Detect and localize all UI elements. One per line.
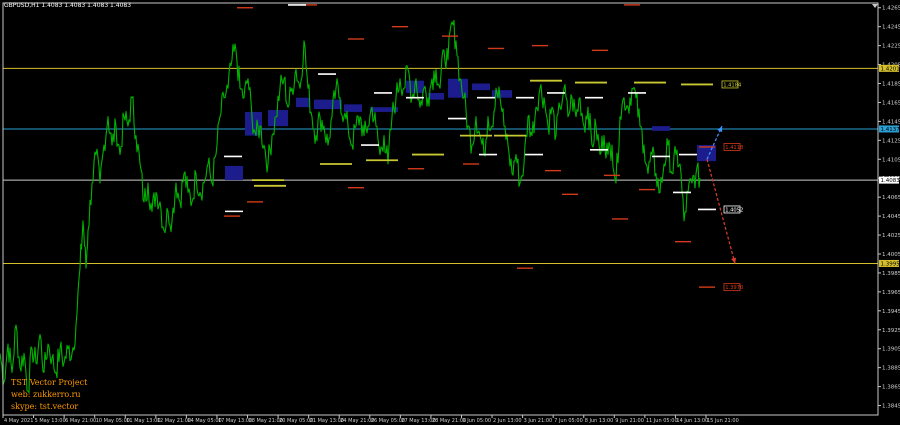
- projection-label: 1.3970: [725, 285, 743, 291]
- x-tick-label: 6 May 21:00: [65, 418, 96, 424]
- y-tick-label: 1.3945: [882, 309, 900, 315]
- y-tick-label: 1.4145: [882, 119, 900, 125]
- x-tick-label: 2 Jun 13:00: [493, 418, 522, 424]
- y-tick-label: 1.4185: [882, 82, 900, 88]
- brand-skype: skype: tst.vector: [11, 402, 79, 411]
- zone-box: [652, 126, 670, 131]
- y-tick-label: 1.3845: [882, 404, 900, 410]
- price-chart[interactable]: 1.42651.42451.42251.42051.41851.41651.41…: [0, 0, 900, 425]
- x-tick-label: 11 Jun 05:00: [646, 418, 678, 424]
- x-tick-label: 18 May 21:00: [249, 418, 283, 424]
- axis-level-label: 1.3995: [881, 261, 900, 267]
- x-tick-label: 24 May 21:00: [340, 418, 374, 424]
- brand-title: TST Vector Project: [11, 378, 88, 387]
- x-tick-label: 21 May 13:00: [310, 418, 344, 424]
- projection-label: 1.4184: [723, 82, 742, 88]
- x-tick-label: 27 May 13:00: [401, 418, 435, 424]
- x-tick-label: 10 May 05:00: [96, 418, 130, 424]
- zone-box: [344, 104, 362, 112]
- projection-label: 1.4052: [725, 207, 743, 213]
- zone-box: [472, 83, 490, 91]
- x-tick-label: 4 May 2021: [4, 418, 33, 424]
- x-tick-label: 14 Jun 13:00: [676, 418, 708, 424]
- y-tick-label: 1.3905: [882, 347, 900, 353]
- y-tick-label: 1.4225: [882, 44, 900, 50]
- x-tick-label: 12 May 21:00: [157, 418, 191, 424]
- x-tick-label: 1 Jun 05:00: [462, 418, 491, 424]
- x-tick-label: 28 May 21:00: [432, 418, 466, 424]
- y-tick-label: 1.4265: [882, 6, 900, 12]
- axis-level-label: 1.4201: [881, 66, 900, 72]
- y-tick-label: 1.4045: [882, 214, 900, 220]
- zone-box: [225, 165, 243, 181]
- x-tick-label: 5 May 13:00: [35, 418, 66, 424]
- x-tick-label: 14 May 05:00: [187, 418, 221, 424]
- x-tick-label: 17 May 13:00: [218, 418, 252, 424]
- x-tick-label: 7 Jun 05:00: [554, 418, 583, 424]
- x-tick-label: 15 Jun 21:00: [707, 418, 739, 424]
- y-tick-label: 1.4245: [882, 25, 900, 31]
- x-tick-label: 26 May 05:00: [371, 418, 405, 424]
- zone-box: [492, 90, 512, 98]
- x-tick-label: 9 Jun 21:00: [615, 418, 644, 424]
- y-tick-label: 1.4005: [882, 252, 900, 258]
- y-tick-label: 1.4125: [882, 138, 900, 144]
- y-tick-label: 1.4105: [882, 157, 900, 163]
- zone-box: [314, 99, 342, 110]
- axis-level-label: 1.4083: [881, 178, 900, 184]
- y-tick-label: 1.4025: [882, 233, 900, 239]
- symbol-info: GBPUSD,H1 1.4083 1.4083 1.4083 1.4083: [4, 2, 132, 9]
- zone-box: [428, 92, 444, 100]
- zone-box: [268, 110, 288, 127]
- x-tick-label: 3 Jun 21:00: [524, 418, 553, 424]
- y-tick-label: 1.3985: [882, 271, 900, 277]
- y-tick-label: 1.3965: [882, 290, 900, 296]
- projection-label: 1.4118: [725, 145, 743, 151]
- y-tick-label: 1.3885: [882, 366, 900, 372]
- x-tick-label: 8 Jun 13:00: [585, 418, 614, 424]
- axis-level-label: 1.4137: [881, 127, 900, 133]
- zone-box: [296, 97, 310, 108]
- y-tick-label: 1.3925: [882, 328, 900, 334]
- brand-web: web: zukkerro.ru: [11, 390, 81, 399]
- chart-background: [0, 0, 900, 425]
- y-tick-label: 1.4165: [882, 100, 900, 106]
- x-tick-label: 20 May 05:00: [279, 418, 313, 424]
- x-tick-label: 11 May 13:00: [126, 418, 160, 424]
- y-tick-label: 1.4065: [882, 195, 900, 201]
- y-tick-label: 1.3865: [882, 385, 900, 391]
